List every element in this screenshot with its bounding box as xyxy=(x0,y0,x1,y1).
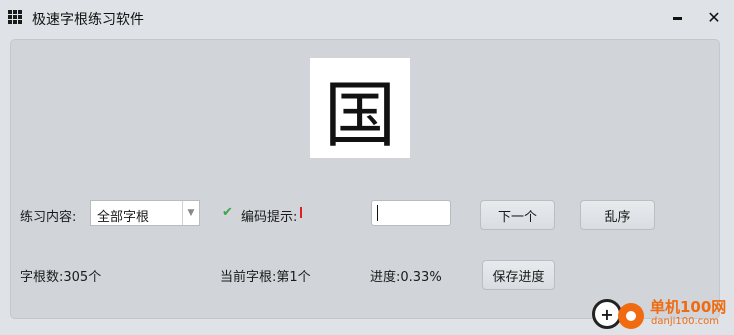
chevron-down-icon[interactable]: ▼ xyxy=(182,201,199,225)
code-input[interactable] xyxy=(371,200,451,226)
practice-character: 国 xyxy=(323,72,396,157)
current-radical: 当前字根:第1个 xyxy=(220,270,311,285)
minimize-icon xyxy=(672,16,682,20)
progress-text: 进度:0.33% xyxy=(370,270,442,285)
content-label: 练习内容: xyxy=(20,210,77,225)
site-watermark: + 单机100网 danji100.com xyxy=(588,295,734,335)
hint-indicator xyxy=(300,207,302,218)
close-icon: ✕ xyxy=(707,7,721,27)
shuffle-button[interactable]: 乱序 xyxy=(580,200,655,230)
radical-count: 字根数:305个 xyxy=(20,270,102,285)
text-caret xyxy=(377,205,378,221)
title-bar: 极速字根练习软件 ✕ xyxy=(0,0,734,34)
hint-label: 编码提示: xyxy=(241,210,298,225)
app-grid-icon xyxy=(8,10,22,24)
close-button[interactable]: ✕ xyxy=(703,6,725,28)
hint-checkbox[interactable]: ✔ xyxy=(222,206,236,220)
save-progress-button[interactable]: 保存进度 xyxy=(482,260,555,290)
watermark-orange-icon xyxy=(618,303,644,329)
content-select-value: 全部字根 xyxy=(97,210,150,225)
practice-character-display: 国 xyxy=(310,58,410,158)
window-title: 极速字根练习软件 xyxy=(32,12,144,28)
watermark-site-url: danji100.com xyxy=(651,316,719,327)
minimize-button[interactable] xyxy=(666,6,688,28)
watermark-site-name: 单机100网 xyxy=(650,298,727,316)
next-button[interactable]: 下一个 xyxy=(480,200,555,230)
content-select[interactable]: 全部字根 ▼ xyxy=(90,200,200,226)
